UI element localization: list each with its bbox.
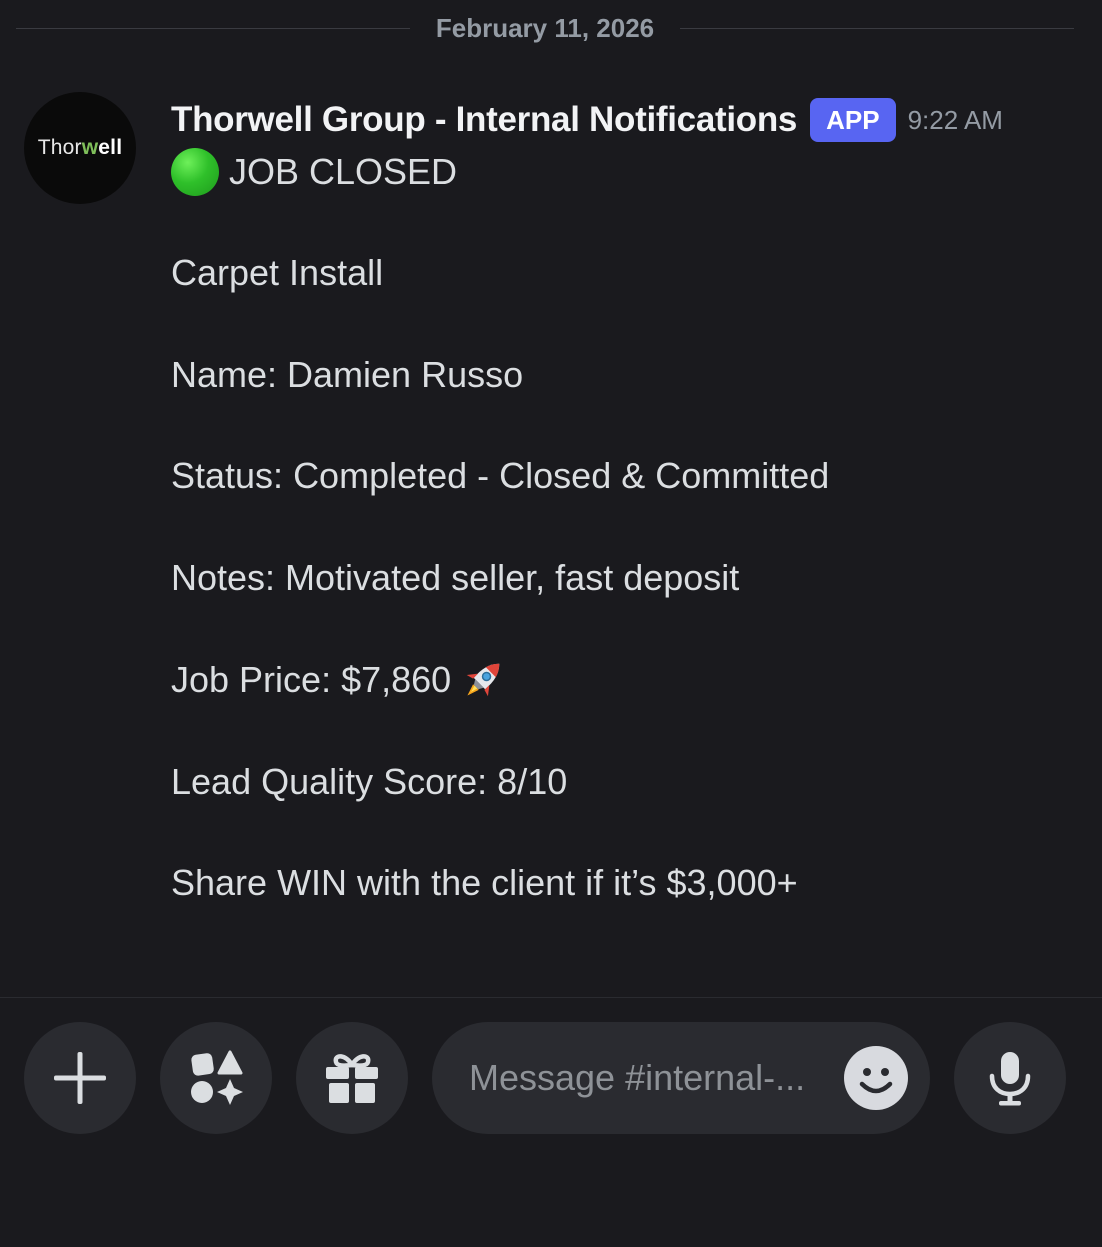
gift-icon	[326, 1054, 378, 1103]
rocket-icon	[466, 663, 500, 697]
logo-prefix: Thor	[37, 136, 82, 159]
status-text: JOB CLOSED	[229, 151, 458, 192]
thorwell-logo: Thorwell	[38, 136, 122, 160]
price-line: Job Price: $7,860	[171, 655, 509, 705]
green-circle-icon	[171, 148, 219, 196]
job-type-line: Carpet Install	[171, 252, 384, 293]
emoji-icon	[845, 1047, 907, 1109]
logo-suffix: well	[81, 136, 123, 159]
composer-divider	[0, 997, 1102, 998]
status-detail-line: Status: Completed - Closed & Committed	[171, 455, 830, 496]
divider-line-right	[680, 27, 1075, 29]
price-text: Job Price: $7,860	[171, 659, 452, 700]
add-button[interactable]	[24, 1022, 136, 1134]
emoji-button[interactable]	[844, 1046, 908, 1110]
gift-button[interactable]	[296, 1022, 408, 1134]
app-badge: APP	[810, 98, 896, 142]
notes-line: Notes: Motivated seller, fast deposit	[171, 557, 740, 598]
plus-icon	[54, 1052, 106, 1104]
voice-message-button[interactable]	[954, 1022, 1066, 1134]
status-line: JOB CLOSED	[171, 148, 457, 196]
chat-screen: February 11, 2026 Thorwell Thorwell Grou…	[0, 0, 1102, 1247]
apps-button[interactable]	[160, 1022, 272, 1134]
lead-score-line: Lead Quality Score: 8/10	[171, 761, 568, 802]
date-divider: February 11, 2026	[16, 8, 1075, 48]
apps-icon	[191, 1050, 243, 1105]
share-line: Share WIN with the client if it’s $3,000…	[171, 862, 798, 903]
message-input[interactable]: Message #internal-...	[432, 1022, 930, 1134]
date-label: February 11, 2026	[435, 12, 655, 43]
name-line: Name: Damien Russo	[171, 354, 524, 395]
logo-accent-letter: w	[81, 136, 99, 159]
avatar[interactable]: Thorwell	[24, 92, 136, 204]
message-timestamp: 9:22 AM	[907, 104, 1003, 135]
divider-line-left	[16, 27, 410, 29]
message-header: Thorwell Group - Internal Notifications …	[171, 96, 1003, 144]
author-name[interactable]: Thorwell Group - Internal Notifications	[171, 100, 797, 140]
message-placeholder: Message #internal-...	[469, 1057, 806, 1098]
microphone-icon	[989, 1052, 1031, 1106]
